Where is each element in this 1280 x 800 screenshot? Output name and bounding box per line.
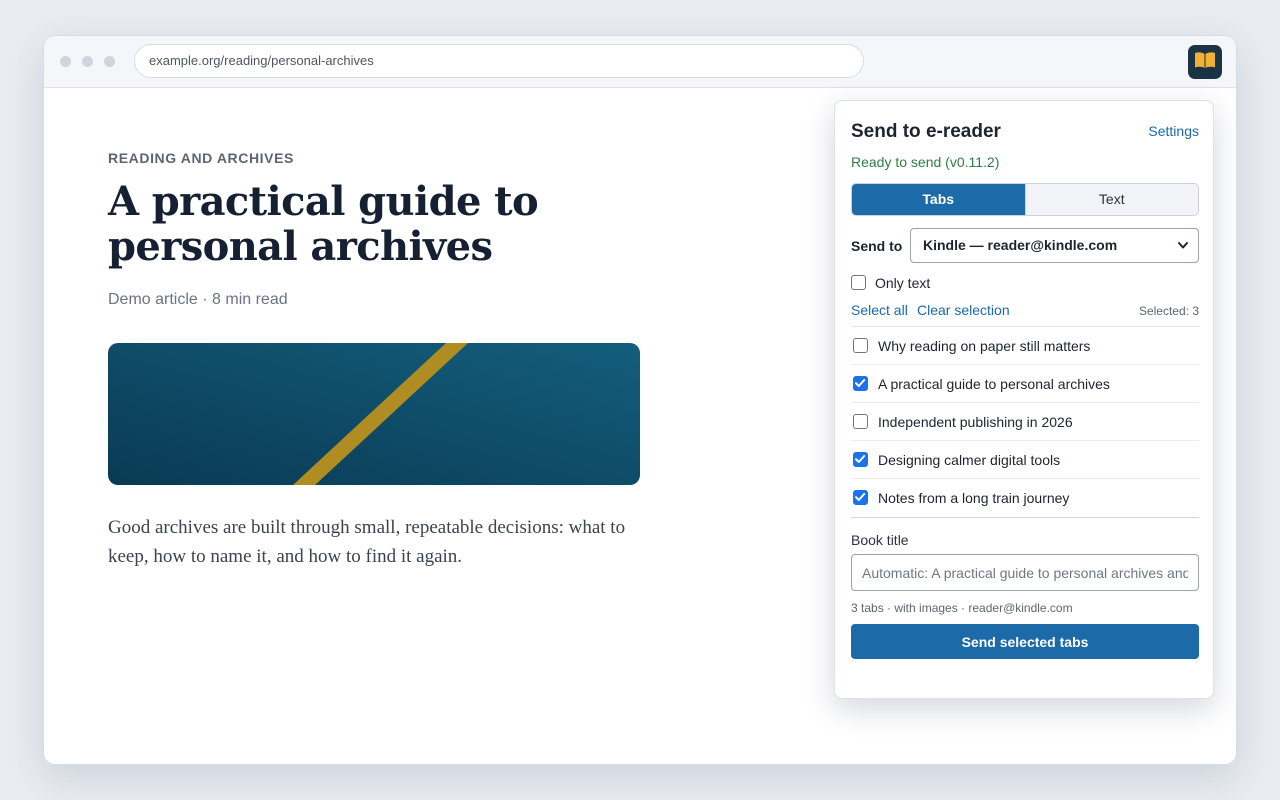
tab-title: Independent publishing in 2026 (878, 414, 1073, 430)
address-bar[interactable]: example.org/reading/personal-archives (134, 44, 864, 78)
browser-toolbar: example.org/reading/personal-archives (44, 36, 1236, 88)
chevron-down-icon (1177, 229, 1189, 274)
tab-list-item[interactable]: Independent publishing in 2026 (851, 403, 1199, 441)
tab-title: Designing calmer digital tools (878, 452, 1061, 468)
window-control-dot[interactable] (104, 56, 115, 67)
selected-count: Selected: 3 (1138, 304, 1199, 318)
tab-title: Notes from a long train journey (878, 490, 1070, 506)
article-hero-image (108, 343, 640, 485)
tab-title: Why reading on paper still matters (878, 338, 1091, 354)
tab-checkbox[interactable] (853, 414, 868, 429)
article-meta: Demo article · 8 min read (108, 291, 288, 308)
checkmark-icon (855, 379, 866, 387)
only-text-checkbox[interactable] (851, 275, 866, 290)
book-icon (1194, 51, 1216, 74)
article-body: Good archives are built through small, r… (108, 517, 626, 567)
send-to-select[interactable]: Kindle — reader@kindle.com (910, 228, 1199, 263)
popup-title: Send to e-reader (851, 121, 1001, 142)
send-to-label: Send to (851, 238, 903, 254)
tab-mode-tabs[interactable]: Tabs (852, 184, 1025, 215)
tab-list-item[interactable]: Notes from a long train journey (851, 479, 1199, 517)
tab-checkbox[interactable] (853, 490, 868, 505)
clear-selection-link[interactable]: Clear selection (917, 302, 1010, 318)
only-text-label: Only text (875, 275, 931, 291)
tab-checkbox[interactable] (853, 452, 868, 467)
book-title-input[interactable] (851, 554, 1199, 591)
send-selected-tabs-button[interactable]: Send selected tabs (851, 624, 1199, 659)
send-summary: 3 tabs · with images · reader@kindle.com (851, 601, 1073, 615)
tab-checkbox[interactable] (853, 376, 868, 391)
tab-list-item[interactable]: Why reading on paper still matters (851, 327, 1199, 365)
tab-list-item[interactable]: A practical guide to personal archives (851, 365, 1199, 403)
article-kicker: READING AND ARCHIVES (108, 150, 294, 166)
extension-button[interactable] (1188, 45, 1222, 79)
checkmark-icon (855, 455, 866, 463)
send-to-value: Kindle — reader@kindle.com (923, 237, 1118, 253)
send-to-ereader-popup: Send to e-reader Settings Ready to send … (834, 100, 1214, 699)
window-control-dot[interactable] (82, 56, 93, 67)
tab-checkbox[interactable] (853, 338, 868, 353)
tab-title: A practical guide to personal archives (878, 376, 1110, 392)
article-title: A practical guide to personal archives (108, 178, 539, 270)
mode-switch: Tabs Text (851, 183, 1199, 216)
book-title-label: Book title (851, 532, 909, 548)
settings-link[interactable]: Settings (1148, 123, 1199, 139)
tab-mode-text[interactable]: Text (1024, 184, 1198, 215)
tab-list-item[interactable]: Designing calmer digital tools (851, 441, 1199, 479)
checkmark-icon (855, 493, 866, 501)
tab-list: Why reading on paper still matters A pra… (851, 326, 1199, 518)
browser-window: example.org/reading/personal-archives RE… (43, 35, 1237, 765)
window-control-dot[interactable] (60, 56, 71, 67)
status-text: Ready to send (v0.11.2) (851, 154, 1000, 170)
select-all-link[interactable]: Select all (851, 302, 908, 318)
